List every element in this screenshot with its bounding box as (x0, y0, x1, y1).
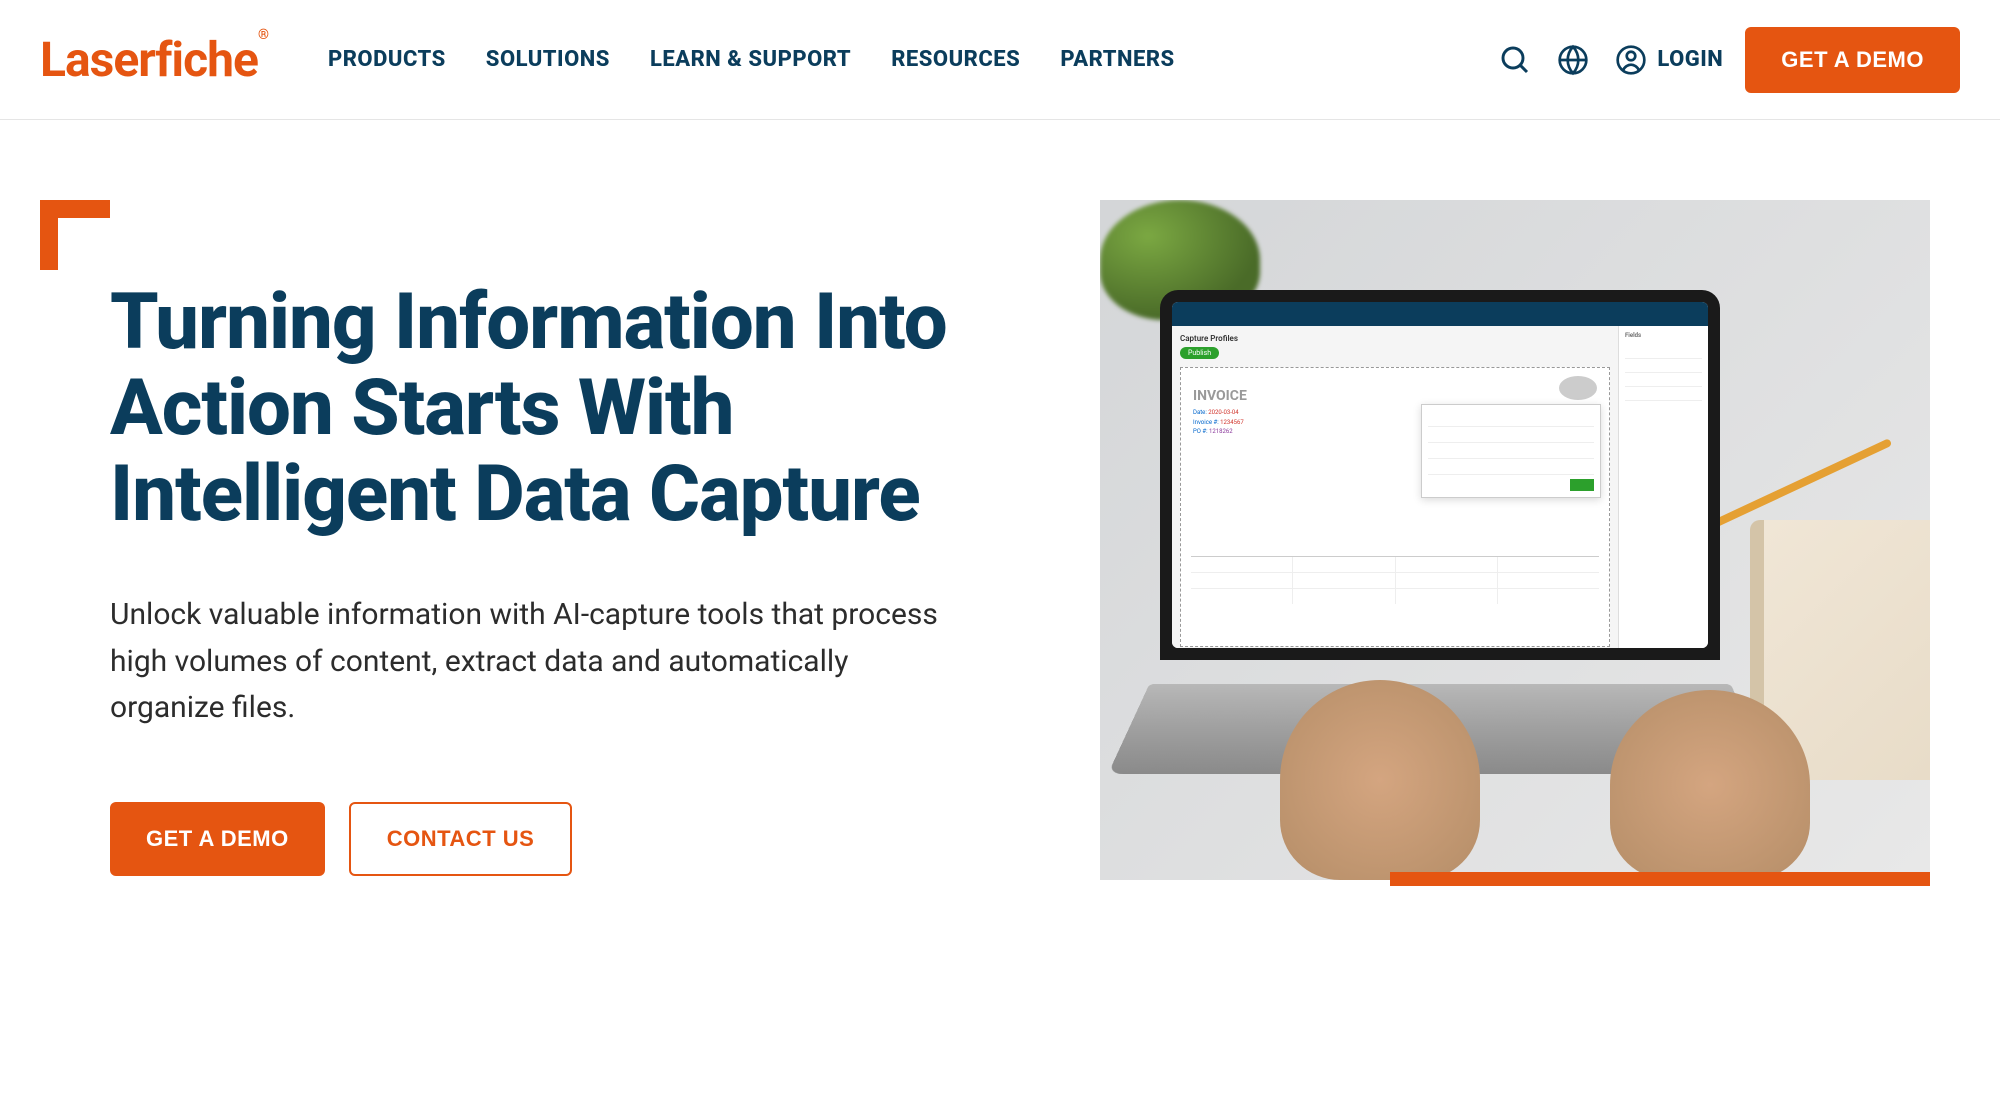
sidebar-fields-label: Fields (1625, 332, 1702, 339)
laptop-graphic: Capture Profiles Publish INVOICE Date: 2… (1160, 290, 1930, 820)
get-demo-button[interactable]: GET A DEMO (110, 802, 325, 876)
hero-content: Turning Information Into Action Starts W… (40, 200, 1040, 880)
app-sidebar: Fields (1618, 326, 1708, 648)
hero-section: Turning Information Into Action Starts W… (0, 120, 2000, 880)
field-dialog (1421, 404, 1601, 498)
dialog-row (1428, 411, 1594, 427)
hero-image-container: Capture Profiles Publish INVOICE Date: 2… (1100, 200, 1930, 880)
user-icon (1613, 42, 1649, 78)
sidebar-field (1625, 345, 1702, 359)
brand-name: Laserfiche (40, 31, 258, 88)
document-preview: INVOICE Date: 2020-03-04 Invoice #: 1234… (1180, 367, 1610, 647)
accent-underline (1390, 872, 1930, 886)
app-main: Capture Profiles Publish INVOICE Date: 2… (1172, 326, 1618, 648)
globe-icon[interactable] (1555, 42, 1591, 78)
vendor-logo (1559, 376, 1597, 400)
nav-resources[interactable]: RESOURCES (891, 47, 1020, 72)
publish-badge: Publish (1180, 347, 1219, 359)
dialog-ok-button (1570, 479, 1594, 491)
brand-logo[interactable]: Laserfiche® (40, 31, 268, 88)
dialog-row (1428, 443, 1594, 459)
search-icon[interactable] (1497, 42, 1533, 78)
nav-partners[interactable]: PARTNERS (1060, 47, 1174, 72)
screen-inner: Capture Profiles Publish INVOICE Date: 2… (1172, 302, 1708, 648)
invoice-label: INVOICE (1193, 388, 1597, 404)
hand-right-graphic (1610, 690, 1810, 880)
dialog-row (1428, 427, 1594, 443)
get-demo-button-header[interactable]: GET A DEMO (1745, 27, 1960, 93)
hand-left-graphic (1280, 680, 1480, 880)
site-header: Laserfiche® PRODUCTS SOLUTIONS LEARN & S… (0, 0, 2000, 120)
login-link[interactable]: LOGIN (1613, 42, 1723, 78)
dialog-row (1428, 459, 1594, 475)
nav-learn-support[interactable]: LEARN & SUPPORT (650, 47, 851, 72)
capture-profiles-label: Capture Profiles (1180, 334, 1610, 343)
app-titlebar (1172, 302, 1708, 326)
sidebar-field (1625, 373, 1702, 387)
contact-us-button[interactable]: CONTACT US (349, 802, 573, 876)
header-actions: LOGIN GET A DEMO (1497, 27, 1960, 93)
hero-cta-group: GET A DEMO CONTACT US (40, 802, 1040, 876)
trademark-symbol: ® (258, 27, 268, 43)
sidebar-field (1625, 387, 1702, 401)
main-nav: PRODUCTS SOLUTIONS LEARN & SUPPORT RESOU… (328, 47, 1175, 72)
login-label: LOGIN (1657, 47, 1723, 72)
hero-subtitle: Unlock valuable information with AI-capt… (40, 592, 940, 732)
nav-products[interactable]: PRODUCTS (328, 47, 446, 72)
sidebar-field (1625, 359, 1702, 373)
hero-image: Capture Profiles Publish INVOICE Date: 2… (1100, 200, 1930, 880)
page-title: Turning Information Into Action Starts W… (40, 280, 1040, 537)
nav-solutions[interactable]: SOLUTIONS (486, 47, 610, 72)
app-content: Capture Profiles Publish INVOICE Date: 2… (1172, 326, 1708, 648)
accent-corner (40, 200, 110, 270)
invoice-table (1191, 556, 1599, 636)
laptop-screen: Capture Profiles Publish INVOICE Date: 2… (1160, 290, 1720, 660)
